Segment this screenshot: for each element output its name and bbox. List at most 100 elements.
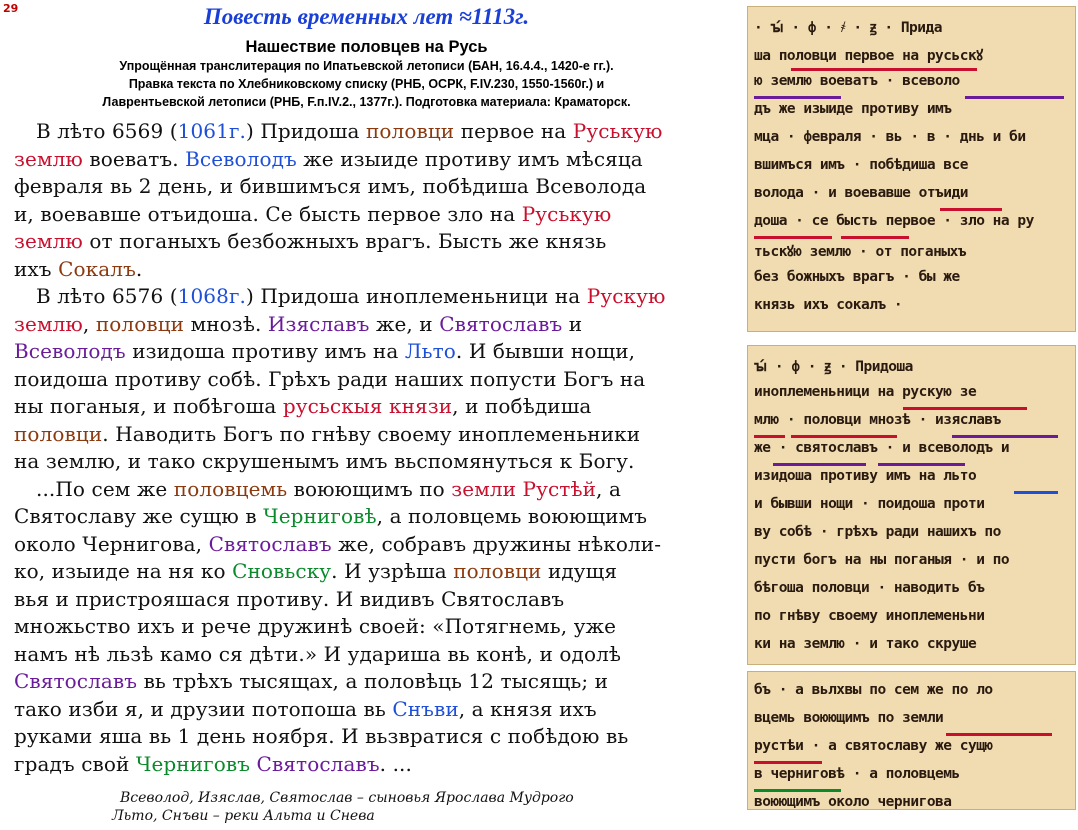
manuscript-image-2: ꙑ́ · ф · ꙃ · Придоша иноплеменьници на ру… xyxy=(747,345,1076,665)
text-line: и, воевавше отъидоша. Се бысть первое зл… xyxy=(14,201,736,229)
manuscript-line: ву собѣ · грѣхъ ради нашихъ по xyxy=(754,524,1001,540)
text-segment: на землю, и тако скрушенымъ имъ вьспомян… xyxy=(14,449,635,473)
highlighted-term: Руськую xyxy=(521,201,612,226)
text-line: февраля вь 2 день, и бившимъся имъ, побѣ… xyxy=(14,173,736,201)
text-segment: воеватъ. xyxy=(82,146,186,171)
manuscript-line: князь ихъ сокалъ · xyxy=(754,297,903,313)
text-segment: ны поганыя, и побѣгоша xyxy=(14,394,283,418)
text-segment: изидоша противу имъ на xyxy=(125,339,405,363)
manuscript-line: воюющимъ около чернигова xyxy=(754,794,952,810)
text-segment: ко, изыиде на ня ко xyxy=(14,559,233,583)
page-title: Повесть временных лет ≈1113г. xyxy=(203,4,530,29)
highlighted-term: Всеволодъ xyxy=(14,339,126,363)
text-line: ...По сем же половцемь воюющимъ по земли… xyxy=(14,476,736,504)
text-line: землю от поганыхъ безбожныхъ врагъ. Быст… xyxy=(14,228,736,256)
text-segment: и, воевавше отъидоша. Се бысть первое зл… xyxy=(14,201,522,226)
manuscript-underline xyxy=(952,435,1058,438)
text-segment: же, собравъ дружины нѣколи- xyxy=(331,531,662,556)
highlighted-term: половци xyxy=(95,311,185,336)
text-line: землю, половци мнозѣ. Изяславъ же, и Свя… xyxy=(14,311,736,339)
manuscript-underline xyxy=(754,96,841,99)
text-segment: первое на xyxy=(454,119,573,143)
text-line: В лѣто 6576 (1068г.) Придоша иноплеменьн… xyxy=(14,283,736,311)
source-note-1: Упрощённая транслитерация по Ипатьевской… xyxy=(119,59,614,73)
manuscript-underline xyxy=(1014,491,1058,494)
text-segment: градъ свой xyxy=(14,751,136,776)
manuscript-line: ки на землю · и тако скруше xyxy=(754,636,977,652)
manuscript-underline xyxy=(964,96,1064,99)
text-line: землю воеватъ. Всеволодъ же изыиде проти… xyxy=(14,146,736,174)
highlighted-term: земли Рустѣй xyxy=(451,476,597,501)
manuscript-underline xyxy=(754,789,841,792)
text-segment: , а князя ихъ xyxy=(458,696,597,721)
highlighted-term: русьскыя князи xyxy=(282,394,453,418)
highlighted-term: землю xyxy=(14,311,83,336)
text-segment: ) Придоша xyxy=(246,119,366,143)
manuscript-underline xyxy=(791,68,978,71)
manuscript-line: мца · февраля · вь · в · днь и би xyxy=(754,129,1026,145)
text-segment: В лѣто 6576 ( xyxy=(36,284,178,308)
manuscript-underline xyxy=(791,435,897,438)
text-segment: воюющимъ по xyxy=(287,476,452,501)
text-line: Святославъ вь трѣхъ тысящах, а половѣць … xyxy=(14,668,736,696)
manuscript-underline xyxy=(878,463,965,466)
highlighted-term: половцемь xyxy=(173,476,288,501)
highlighted-term: Изяславъ xyxy=(267,311,370,336)
manuscript-line: ꙑ́ · ф · ꙃ · Придоша xyxy=(754,359,913,375)
manuscript-underline xyxy=(840,236,909,239)
highlighted-term: Черниговѣ xyxy=(263,504,377,528)
text-segment: ) Придоша иноплеменьници на xyxy=(246,284,587,308)
highlighted-term: Святославъ xyxy=(439,311,563,336)
text-segment: , а xyxy=(596,476,621,501)
text-segment: , а половцемь воюющимъ xyxy=(376,504,648,528)
highlighted-term: половци xyxy=(365,119,455,143)
manuscript-line: и бывши нощи · поидоша проти xyxy=(754,496,985,512)
text-line: на землю, и тако скрушенымъ имъ вьспомян… xyxy=(14,448,736,476)
text-segment: В лѣто 6569 ( xyxy=(36,119,178,143)
text-line: градъ свой Черниговъ Святославъ. ... xyxy=(14,751,736,779)
text-line: Святославу же сущю в Черниговѣ, а половц… xyxy=(14,503,736,531)
text-segment: , и побѣдиша xyxy=(452,394,592,418)
text-segment: вь трѣхъ тысящах, а половѣць 12 тысящь; … xyxy=(137,669,609,693)
text-segment: . Наводить Богъ по гнѣву своему иноплеме… xyxy=(102,421,641,446)
manuscript-line: тьскꙋю землю · от поганыхъ xyxy=(754,244,967,260)
text-segment: около Чернигова, xyxy=(14,531,209,556)
manuscript-image-1: · ꙑ́ · ф · ҂ · ꙃ · Прида ша половци перво… xyxy=(747,6,1076,332)
text-segment: февраля вь 2 день, и бившимъся имъ, побѣ… xyxy=(14,174,647,198)
manuscript-image-3: бъ · а вьлхвы по сем же по ло вцемь воюющ… xyxy=(747,671,1076,810)
manuscript-line: нымъ имъ вьспомянуться къ xyxy=(754,664,1069,665)
highlighted-term: Руськую xyxy=(572,119,663,143)
manuscript-underline xyxy=(946,733,1052,736)
source-note-2: Правка текста по Хлебниковскому списку (… xyxy=(128,77,605,91)
chronicle-text: В лѣто 6569 (1061г.) Придоша половци пер… xyxy=(14,118,736,778)
highlighted-term: Сокалъ xyxy=(58,256,136,281)
text-segment: ихъ xyxy=(14,256,59,281)
text-segment: . И узрѣша xyxy=(331,559,454,583)
highlighted-term: Сновьску xyxy=(232,559,332,583)
highlighted-term: Рускую xyxy=(586,284,666,308)
text-line: ны поганыя, и побѣгоша русьскыя князи, и… xyxy=(14,393,736,421)
text-segment: мнозѣ. xyxy=(184,311,268,336)
text-segment: вья и пристрояшася противу. И видивъ Свя… xyxy=(14,586,565,611)
highlighted-term: 1061г. xyxy=(177,119,246,143)
text-line: ко, изыиде на ня ко Сновьску. И узрѣша п… xyxy=(14,558,736,586)
highlighted-term: половци xyxy=(14,421,103,446)
text-line: половци. Наводить Богъ по гнѣву своему и… xyxy=(14,421,736,449)
text-segment: поидоша противу собѣ. Грѣхъ ради наших п… xyxy=(14,366,646,391)
text-line: В лѣто 6569 (1061г.) Придоша половци пер… xyxy=(14,118,736,146)
text-line: около Чернигова, Святославъ же, собравъ … xyxy=(14,531,736,559)
highlighted-term: землю xyxy=(14,146,83,171)
text-segment: . И бывши нощи, xyxy=(455,339,636,363)
manuscript-line: бъ · а вьлхвы по сем же по ло xyxy=(754,682,993,698)
highlighted-term: Святославъ xyxy=(208,531,332,556)
highlighted-term: Льто xyxy=(404,339,456,363)
text-line: поидоша противу собѣ. Грѣхъ ради наших п… xyxy=(14,366,736,394)
text-line: намъ нѣ льзѣ камо ся дѣти.» И удариша вь… xyxy=(14,641,736,669)
highlighted-term: Святославъ xyxy=(256,751,380,776)
manuscript-line: бѣгоша половци · наводить бъ xyxy=(754,580,985,596)
highlighted-term: Черниговъ xyxy=(135,751,251,776)
manuscript-underline xyxy=(772,463,866,466)
text-line: Всеволодъ изидоша противу имъ на Льто. И… xyxy=(14,338,736,366)
manuscript-underline xyxy=(940,208,1002,211)
text-segment: руками яша вь 1 день ноября. И вьзвратис… xyxy=(14,724,629,748)
